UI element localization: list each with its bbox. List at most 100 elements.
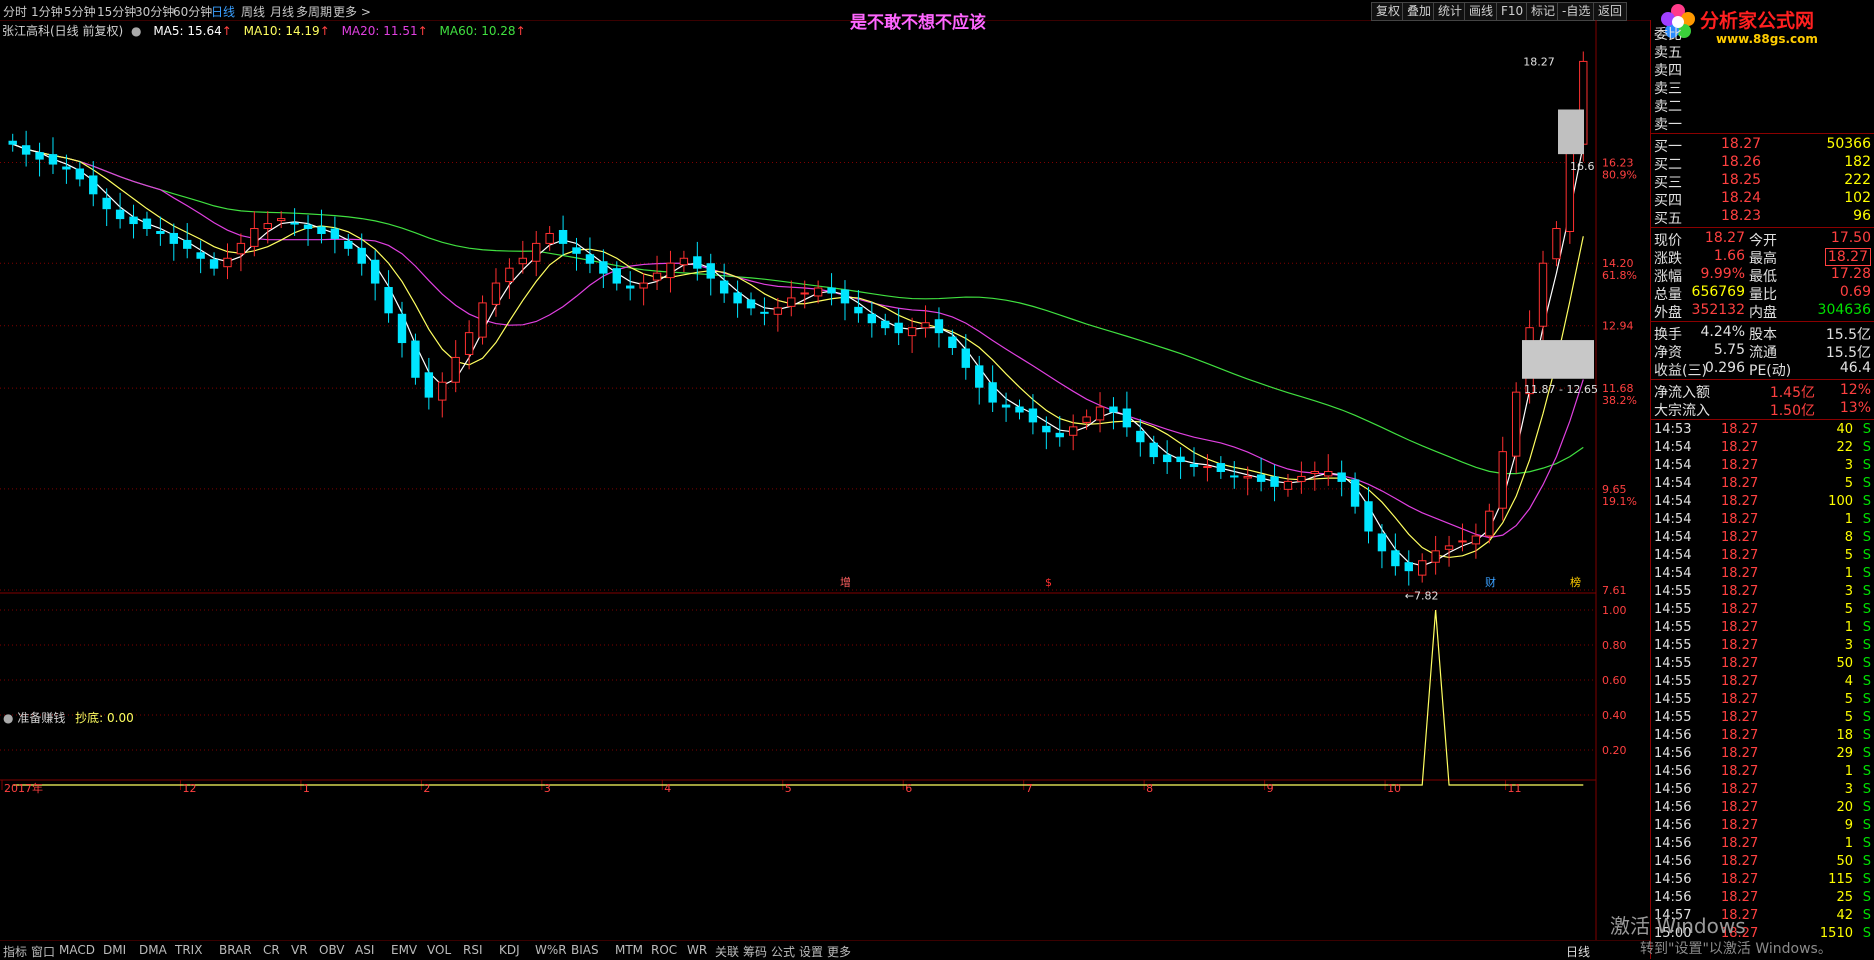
candle-body[interactable]: [370, 259, 380, 284]
candle-body[interactable]: [706, 263, 715, 279]
candle-body[interactable]: [948, 336, 957, 349]
candle-body[interactable]: [1364, 501, 1373, 532]
candle-body[interactable]: [89, 175, 98, 195]
candle-body[interactable]: [693, 256, 702, 269]
candle-body[interactable]: [357, 247, 366, 264]
candle-body[interactable]: [424, 372, 434, 398]
candle-body[interactable]: [1431, 550, 1440, 563]
candle-body[interactable]: [1310, 470, 1320, 474]
candle-body[interactable]: [787, 297, 796, 307]
candle-body[interactable]: [881, 320, 890, 329]
candle-body[interactable]: [129, 216, 138, 225]
indicator-tab-3[interactable]: DMI: [103, 943, 126, 957]
indicator-tab-14[interactable]: KDJ: [499, 943, 520, 957]
candle-body[interactable]: [545, 232, 554, 244]
indicator-tab-11[interactable]: EMV: [391, 943, 417, 957]
candle-body[interactable]: [733, 292, 742, 304]
candle-body[interactable]: [1136, 430, 1145, 443]
indicator-tab-6[interactable]: BRAR: [219, 943, 252, 957]
event-marker[interactable]: 财: [1485, 575, 1496, 589]
candle-body[interactable]: [760, 311, 769, 314]
indicator-tab-1[interactable]: 窗口: [31, 943, 55, 960]
candle-body[interactable]: [1297, 475, 1306, 482]
candle-body[interactable]: [827, 287, 836, 294]
candle-body[interactable]: [1042, 425, 1051, 433]
indicator-tab-9[interactable]: OBV: [319, 943, 345, 957]
candle-body[interactable]: [411, 340, 420, 378]
event-marker[interactable]: 增: [840, 575, 851, 589]
sell-level-row[interactable]: 卖一: [1651, 114, 1874, 133]
event-marker[interactable]: 榜: [1570, 575, 1581, 589]
period-tab-monthly[interactable]: 月线: [270, 3, 294, 20]
candle-body[interactable]: [491, 282, 501, 305]
kline-chart[interactable]: 16.2380.9%14.2061.8%12.9411.6838.2%9.651…: [0, 20, 1650, 940]
period-tab-fenshi[interactable]: 分时: [3, 3, 27, 20]
overlay-button[interactable]: 叠加: [1402, 2, 1437, 21]
event-marker[interactable]: $: [1045, 576, 1052, 589]
indicator-tab-7[interactable]: CR: [263, 943, 280, 957]
candle-body[interactable]: [1015, 406, 1024, 413]
sell-level-row[interactable]: 卖三: [1651, 78, 1874, 97]
period-status-label[interactable]: 日线: [1566, 943, 1590, 960]
candle-body[interactable]: [558, 229, 568, 244]
candle-body[interactable]: [1283, 480, 1293, 490]
candle-body[interactable]: [1055, 432, 1064, 438]
candle-body[interactable]: [1458, 540, 1467, 543]
fuquan-button[interactable]: 复权: [1371, 2, 1406, 21]
candle-body[interactable]: [209, 259, 219, 269]
candle-body[interactable]: [183, 239, 192, 249]
buy-level-row[interactable]: 买一 18.27 50366: [1651, 136, 1874, 155]
candle-body[interactable]: [8, 140, 17, 145]
candle-body[interactable]: [1001, 404, 1011, 408]
candle-body[interactable]: [1377, 533, 1387, 552]
candle-body[interactable]: [585, 254, 595, 264]
back-button[interactable]: 返回: [1593, 2, 1628, 21]
candle-body[interactable]: [988, 382, 997, 403]
candle-body[interactable]: [800, 292, 809, 295]
candle-body[interactable]: [505, 267, 514, 283]
indicator-tab-4[interactable]: DMA: [139, 943, 167, 957]
candle-body[interactable]: [652, 272, 662, 281]
candle-body[interactable]: [35, 152, 44, 160]
indicator-tab-12[interactable]: VOL: [427, 943, 451, 957]
candle-body[interactable]: [317, 226, 326, 234]
candle-body[interactable]: [1350, 479, 1360, 507]
candle-body[interactable]: [746, 299, 756, 309]
candle-body[interactable]: [1256, 474, 1266, 482]
candle-body[interactable]: [250, 228, 259, 247]
candle-body[interactable]: [142, 218, 152, 230]
candle-body[interactable]: [1189, 464, 1199, 468]
candle-body[interactable]: [1176, 456, 1185, 463]
candle-body[interactable]: [1203, 466, 1212, 469]
candle-body[interactable]: [921, 322, 930, 329]
candle-body[interactable]: [1068, 426, 1078, 436]
indicator-tab-19[interactable]: WR: [687, 943, 707, 957]
candle-body[interactable]: [1028, 408, 1038, 423]
candle-body[interactable]: [464, 332, 474, 355]
buy-level-row[interactable]: 买五 18.23 96: [1651, 208, 1874, 227]
indicator-tab-18[interactable]: ROC: [651, 943, 677, 957]
candle-body[interactable]: [1337, 472, 1346, 482]
candle-body[interactable]: [263, 223, 272, 230]
candle-body[interactable]: [236, 242, 246, 255]
candle-body[interactable]: [639, 282, 648, 289]
candle-body[interactable]: [384, 287, 393, 314]
period-tab-more[interactable]: 更多 >: [333, 3, 371, 20]
candle-body[interactable]: [1082, 416, 1091, 423]
candle-body[interactable]: [1216, 463, 1226, 472]
candle-body[interactable]: [934, 319, 944, 334]
candle-body[interactable]: [196, 252, 205, 259]
candle-body[interactable]: [1444, 545, 1454, 550]
remove-watchlist-button[interactable]: -自选: [1557, 2, 1596, 21]
candle-body[interactable]: [599, 261, 608, 274]
candle-body[interactable]: [975, 365, 984, 388]
indicator-tab-13[interactable]: RSI: [463, 943, 483, 957]
candle-body[interactable]: [626, 285, 635, 289]
candle-body[interactable]: [961, 348, 970, 368]
candle-body[interactable]: [1391, 550, 1400, 567]
candle-body[interactable]: [1122, 408, 1132, 428]
indicator-tab-22[interactable]: 公式: [771, 943, 795, 960]
candle-body[interactable]: [1511, 391, 1521, 457]
mark-button[interactable]: 标记: [1526, 2, 1561, 21]
indicator-tab-23[interactable]: 设置: [799, 943, 823, 960]
